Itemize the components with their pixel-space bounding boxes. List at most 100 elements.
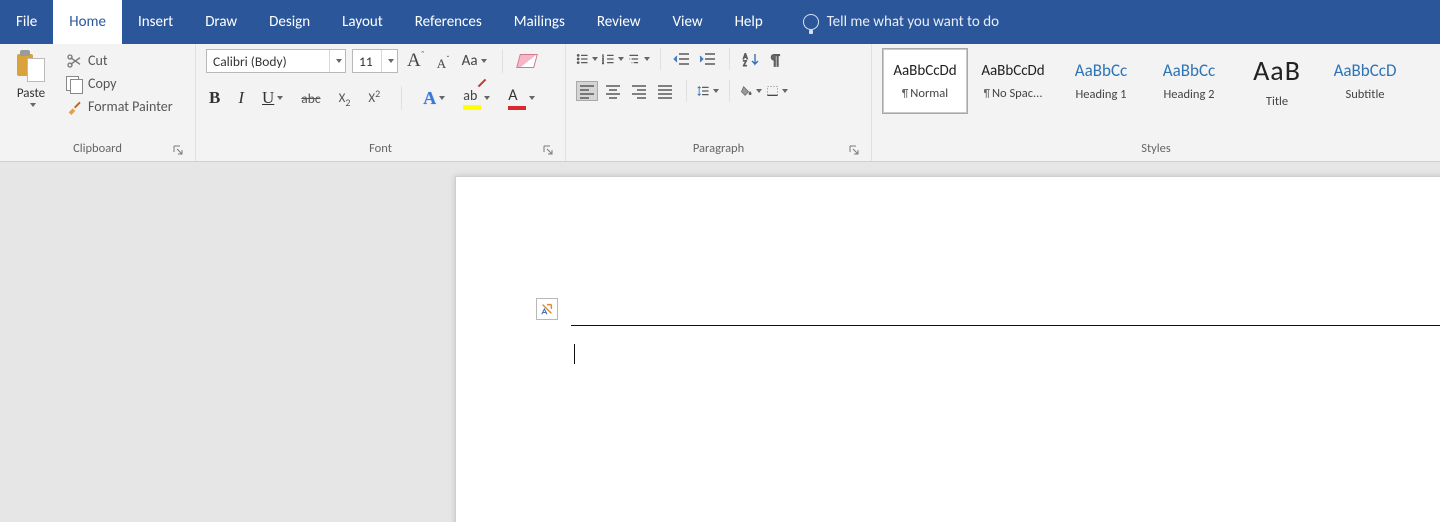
text-cursor [574, 344, 575, 364]
bold-button[interactable]: B [206, 86, 223, 110]
shading-button[interactable] [740, 81, 762, 101]
change-case-button[interactable]: Aa [459, 50, 490, 72]
tab-home[interactable]: Home [53, 0, 122, 44]
tab-help[interactable]: Help [719, 0, 779, 44]
style-tile-subtitle[interactable]: AaBbCcD Subtitle [1322, 48, 1408, 114]
show-marks-button[interactable]: ¶ [766, 49, 788, 69]
group-label-paragraph: Paragraph [693, 141, 744, 156]
shrink-font-icon: Aˇ [437, 56, 450, 72]
highlight-icon: ab [463, 87, 481, 110]
group-label-clipboard: Clipboard [73, 141, 122, 156]
highlight-button[interactable]: ab [460, 85, 493, 112]
multilevel-list-button[interactable] [628, 49, 650, 69]
menu-bar: File Home Insert Draw Design Layout Refe… [0, 0, 1440, 44]
style-sample: AaB [1253, 53, 1301, 88]
format-painter-button[interactable]: Format Painter [62, 96, 177, 117]
text-effects-icon: A [423, 88, 436, 109]
text-effects-button[interactable]: A [420, 86, 448, 111]
style-sample: AaBbCc [1075, 60, 1127, 81]
change-case-icon: Aa [462, 52, 478, 70]
style-tile-no-spac-[interactable]: AaBbCcDd¶No Spac... [970, 48, 1056, 114]
clipboard-launcher[interactable] [171, 143, 185, 157]
style-sample: AaBbCcDd [893, 62, 956, 80]
shrink-font-button[interactable]: Aˇ [434, 51, 453, 71]
style-name: ¶No Spac... [984, 86, 1043, 101]
tab-file[interactable]: File [0, 0, 53, 44]
numbering-button[interactable]: 123 [602, 49, 624, 69]
paragraph-launcher[interactable] [847, 143, 861, 157]
style-name: ¶Normal [902, 86, 948, 101]
document-page[interactable] [455, 176, 1440, 522]
font-launcher[interactable] [541, 143, 555, 157]
style-name: Heading 2 [1163, 87, 1214, 102]
justify-button[interactable] [654, 81, 676, 101]
underline-icon: U [262, 88, 274, 108]
strikethrough-icon: abc [301, 90, 320, 107]
font-size-dropdown[interactable] [381, 50, 397, 72]
document-workspace [0, 162, 1440, 522]
tab-design[interactable]: Design [253, 0, 326, 44]
subscript-icon: X2 [339, 91, 351, 106]
italic-icon: I [238, 88, 244, 108]
group-label-styles: Styles [1141, 141, 1171, 156]
tab-view[interactable]: View [656, 0, 718, 44]
font-color-icon: A [508, 86, 526, 110]
chevron-down-icon [30, 103, 36, 107]
underline-button[interactable]: U [259, 86, 286, 110]
style-tile-title[interactable]: AaBTitle [1234, 48, 1320, 114]
style-tile-heading-2[interactable]: AaBbCcHeading 2 [1146, 48, 1232, 114]
superscript-button[interactable]: X2 [365, 89, 383, 108]
group-paragraph: 123 AZ ¶ Paragraph [566, 44, 872, 161]
format-painter-label: Format Painter [88, 98, 173, 115]
svg-text:Z: Z [743, 59, 747, 67]
subscript-button[interactable]: X2 [336, 89, 354, 108]
line-spacing-button[interactable] [697, 81, 719, 101]
clear-formatting-button[interactable] [515, 52, 539, 70]
group-font: Aˆ Aˇ Aa B I U abc X2 X2 A ab A Font [196, 44, 566, 161]
style-sample: AaBbCcD [1334, 60, 1397, 81]
grow-font-icon: Aˆ [407, 50, 425, 72]
paste-button[interactable]: Paste [10, 48, 52, 107]
font-size-combo[interactable] [352, 49, 398, 73]
strikethrough-button[interactable]: abc [298, 88, 323, 109]
copy-button[interactable]: Copy [62, 73, 177, 94]
bullets-button[interactable] [576, 49, 598, 69]
style-name: Subtitle [1345, 87, 1384, 102]
align-right-button[interactable] [628, 81, 650, 101]
font-name-combo[interactable] [206, 49, 346, 73]
align-left-button[interactable] [576, 81, 598, 101]
tell-me-search[interactable]: Tell me what you want to do [779, 0, 999, 44]
copy-label: Copy [88, 75, 116, 92]
font-name-input[interactable] [207, 50, 329, 72]
lightbulb-icon [803, 14, 819, 30]
horizontal-rule [571, 325, 1440, 326]
font-name-dropdown[interactable] [329, 50, 345, 72]
paste-label: Paste [17, 86, 45, 101]
autocorrect-tag-icon[interactable] [536, 298, 558, 320]
cut-button[interactable]: Cut [62, 50, 177, 71]
increase-indent-button[interactable] [697, 49, 719, 69]
italic-button[interactable]: I [235, 86, 247, 110]
styles-gallery: AaBbCcDd¶NormalAaBbCcDd¶No Spac...AaBbCc… [882, 48, 1408, 114]
style-name: Heading 1 [1075, 87, 1126, 102]
tab-references[interactable]: References [399, 0, 498, 44]
tab-layout[interactable]: Layout [326, 0, 399, 44]
style-tile-normal[interactable]: AaBbCcDd ¶Normal [882, 48, 968, 114]
tell-me-label: Tell me what you want to do [827, 13, 999, 31]
font-size-input[interactable] [353, 50, 381, 72]
grow-font-button[interactable]: Aˆ [404, 48, 428, 74]
tab-insert[interactable]: Insert [122, 0, 189, 44]
group-clipboard: Paste Cut Copy Format Painter Clipboa [0, 44, 196, 161]
sort-button[interactable]: AZ [740, 49, 762, 69]
decrease-indent-button[interactable] [671, 49, 693, 69]
tab-review[interactable]: Review [581, 0, 657, 44]
font-color-button[interactable]: A [505, 84, 538, 112]
eraser-icon [516, 54, 538, 68]
style-tile-heading-1[interactable]: AaBbCc Heading 1 [1058, 48, 1144, 114]
align-center-button[interactable] [602, 81, 624, 101]
tab-draw[interactable]: Draw [189, 0, 253, 44]
cut-label: Cut [88, 52, 108, 69]
tab-mailings[interactable]: Mailings [498, 0, 581, 44]
borders-button[interactable] [766, 81, 788, 101]
svg-text:3: 3 [602, 61, 604, 65]
